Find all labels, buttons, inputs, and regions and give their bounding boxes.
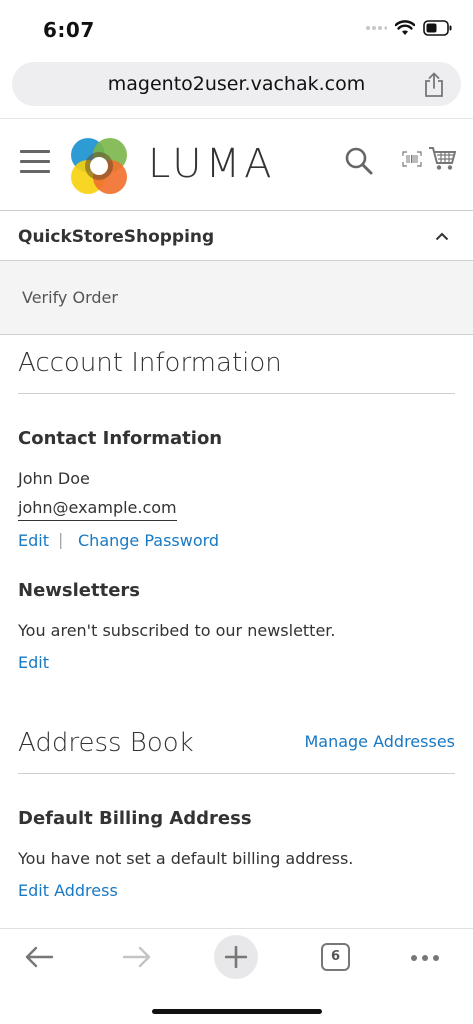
address-book-title: Address Book — [18, 728, 194, 758]
edit-address-link[interactable]: Edit Address — [18, 881, 118, 900]
address-book-divider — [18, 773, 455, 774]
address-bar[interactable]: magento2user.vachak.com — [12, 62, 461, 106]
billing-status: You have not set a default billing addre… — [18, 849, 354, 868]
signal-dots-icon — [366, 26, 387, 30]
browser-toolbar: 6 — [0, 928, 473, 1024]
change-password-link[interactable]: Change Password — [78, 531, 219, 550]
default-billing-title: Default Billing Address — [18, 808, 252, 829]
newsletter-status: You aren't subscribed to our newsletter. — [18, 621, 336, 640]
account-information-divider — [18, 393, 455, 394]
store-switcher[interactable]: QuickStoreShopping — [0, 210, 473, 261]
status-icons — [365, 20, 453, 36]
status-bar: 6:07 — [0, 0, 473, 58]
url-text[interactable]: magento2user.vachak.com — [12, 73, 461, 95]
site-header: LUMA — [0, 118, 473, 211]
back-icon[interactable] — [24, 945, 54, 969]
manage-addresses-link[interactable]: Manage Addresses — [304, 732, 455, 751]
tab-count: 6 — [330, 949, 341, 964]
newsletters-title: Newsletters — [18, 580, 141, 601]
edit-newsletter-link[interactable]: Edit — [18, 653, 49, 672]
contact-email: john@example.com — [18, 498, 177, 521]
forward-icon[interactable] — [122, 945, 152, 969]
account-information-title: Account Information — [18, 348, 282, 378]
barcode-icon[interactable] — [402, 151, 422, 167]
search-icon[interactable] — [344, 146, 374, 176]
new-tab-button[interactable] — [214, 935, 258, 979]
plus-icon[interactable] — [225, 946, 247, 968]
contact-name: John Doe — [18, 469, 90, 488]
contact-information-title: Contact Information — [18, 428, 223, 449]
verify-order-link[interactable]: Verify Order — [22, 288, 118, 307]
share-icon[interactable] — [423, 72, 445, 98]
store-switcher-label[interactable]: QuickStoreShopping — [18, 227, 214, 247]
menu-icon[interactable] — [20, 150, 50, 174]
logo-text[interactable]: LUMA — [148, 141, 275, 187]
link-separator: | — [58, 530, 64, 549]
tabs-icon[interactable]: 6 — [321, 943, 350, 971]
battery-icon — [423, 20, 452, 36]
luma-logo-icon[interactable] — [66, 133, 132, 199]
wifi-icon — [395, 20, 415, 35]
status-time: 6:07 — [43, 18, 95, 42]
verify-order-bar[interactable]: Verify Order — [0, 261, 473, 335]
more-icon[interactable] — [410, 954, 440, 962]
edit-contact-link[interactable]: Edit — [18, 531, 49, 550]
chevron-up-icon[interactable] — [435, 232, 449, 241]
cart-icon[interactable] — [428, 145, 456, 171]
home-indicator — [152, 1009, 322, 1014]
